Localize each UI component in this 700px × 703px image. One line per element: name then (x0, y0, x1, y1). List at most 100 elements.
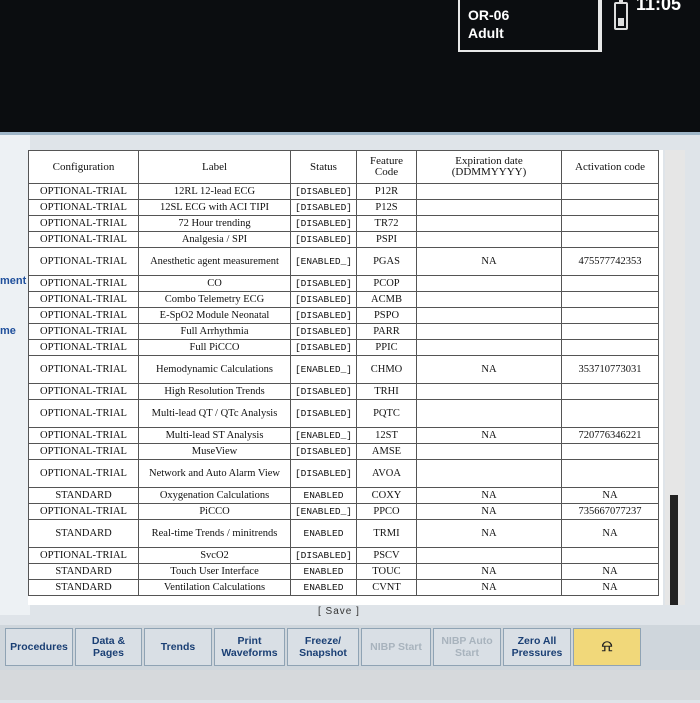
status-cell: ENABLED (290, 563, 357, 580)
table-row[interactable]: OPTIONAL-TRIAL MuseView [DISABLED] AMSE (28, 443, 659, 460)
activation-code-cell[interactable] (561, 231, 659, 248)
activation-code-cell[interactable] (561, 275, 659, 292)
data-pages-button[interactable]: Data & Pages (75, 628, 142, 666)
activation-code-cell[interactable]: 720776346221 (561, 427, 659, 444)
expiration-date-cell[interactable]: NA (416, 247, 562, 276)
print-waveforms-button[interactable]: Print Waveforms (214, 628, 285, 666)
expiration-date-cell[interactable] (416, 307, 562, 324)
expiration-date-cell[interactable]: NA (416, 355, 562, 384)
activation-code-cell[interactable] (561, 307, 659, 324)
nibp-start-button[interactable]: NIBP Start (361, 628, 431, 666)
activation-code-cell[interactable]: 735667077237 (561, 503, 659, 520)
expiration-date-cell[interactable] (416, 399, 562, 428)
table-row[interactable]: OPTIONAL-TRIAL Combo Telemetry ECG [DISABL… (28, 291, 659, 308)
table-row[interactable]: OPTIONAL-TRIAL Anesthetic agent measureme… (28, 247, 659, 276)
status-cell: ENABLED (290, 579, 357, 596)
label-cell: 12SL ECG with ACI TIPI (138, 199, 291, 216)
expiration-date-cell[interactable] (416, 443, 562, 460)
table-row[interactable]: OPTIONAL-TRIAL PiCCO [ENABLED_] PPCO NA 73566… (28, 503, 659, 520)
procedures-button[interactable]: Procedures (5, 628, 73, 666)
activation-code-cell[interactable] (561, 383, 659, 400)
activation-code-cell[interactable]: 475577742353 (561, 247, 659, 276)
expiration-date-cell[interactable]: NA (416, 487, 562, 504)
activation-code-cell[interactable] (561, 323, 659, 340)
expiration-date-cell[interactable]: NA (416, 503, 562, 520)
expiration-date-cell[interactable] (416, 383, 562, 400)
expiration-date-cell[interactable] (416, 183, 562, 200)
table-row[interactable]: OPTIONAL-TRIAL Hemodynamic Calculations [E… (28, 355, 659, 384)
config-cell: OPTIONAL-TRIAL (28, 323, 139, 340)
activation-code-cell[interactable] (561, 339, 659, 356)
config-cell: STANDARD (28, 487, 139, 504)
label-cell: Oxygenation Calculations (138, 487, 291, 504)
table-row[interactable]: OPTIONAL-TRIAL CO [DISABLED] PCOP (28, 275, 659, 292)
label-cell: Multi-lead QT / QTc Analysis (138, 399, 291, 428)
expiration-date-cell[interactable] (416, 199, 562, 216)
table-row[interactable]: OPTIONAL-TRIAL E-SpO2 Module Neonatal [DIS… (28, 307, 659, 324)
expiration-date-cell[interactable] (416, 215, 562, 232)
table-row[interactable]: STANDARD Real-time Trends / minitrends ENA… (28, 519, 659, 548)
table-row[interactable]: OPTIONAL-TRIAL Full PiCCO [DISABLED] PPIC (28, 339, 659, 356)
header-feature-code: Feature Code (356, 150, 417, 184)
freeze-snapshot-button[interactable]: Freeze/ Snapshot (287, 628, 359, 666)
table-row[interactable]: STANDARD Ventilation Calculations ENABLED C… (28, 579, 659, 596)
expiration-date-cell[interactable]: NA (416, 579, 562, 596)
table-row[interactable]: OPTIONAL-TRIAL Network and Auto Alarm Vie… (28, 459, 659, 488)
scrollbar-thumb[interactable] (670, 495, 678, 605)
expiration-date-cell[interactable]: NA (416, 519, 562, 548)
label-cell: PiCCO (138, 503, 291, 520)
activation-code-cell[interactable]: NA (561, 487, 659, 504)
expiration-date-cell[interactable]: NA (416, 563, 562, 580)
activation-code-cell[interactable] (561, 547, 659, 564)
left-menu-item-1[interactable]: ment (0, 275, 26, 287)
table-row[interactable]: OPTIONAL-TRIAL Analgesia / SPI [DISABLED] P… (28, 231, 659, 248)
activation-code-cell[interactable] (561, 183, 659, 200)
nibp-auto-start-button[interactable]: NIBP Auto Start (433, 628, 501, 666)
activation-code-cell[interactable] (561, 399, 659, 428)
save-button[interactable]: [ Save ] (318, 606, 360, 617)
feature-code-cell: CHMO (356, 355, 417, 384)
header-expiration-date: Expiration date (DDMMYYYY) (416, 150, 562, 184)
status-cell: [ENABLED_] (290, 247, 357, 276)
activation-code-cell[interactable] (561, 291, 659, 308)
feature-code-cell: COXY (356, 487, 417, 504)
activation-code-cell[interactable]: NA (561, 519, 659, 548)
label-cell: 12RL 12-lead ECG (138, 183, 291, 200)
table-row[interactable]: OPTIONAL-TRIAL 12RL 12-lead ECG [DISABLED]… (28, 183, 659, 200)
zero-all-pressures-button[interactable]: Zero All Pressures (503, 628, 571, 666)
activation-code-cell[interactable]: NA (561, 563, 659, 580)
table-row[interactable]: OPTIONAL-TRIAL SvcO2 [DISABLED] PSCV (28, 547, 659, 564)
expiration-date-cell[interactable] (416, 547, 562, 564)
config-cell: OPTIONAL-TRIAL (28, 399, 139, 428)
table-row[interactable]: OPTIONAL-TRIAL 72 Hour trending [DISABLED]… (28, 215, 659, 232)
expiration-date-cell[interactable]: NA (416, 427, 562, 444)
activation-code-cell[interactable] (561, 215, 659, 232)
trends-button[interactable]: Trends (144, 628, 212, 666)
left-menu-item-2[interactable]: me (0, 325, 16, 337)
feature-code-cell: PSCV (356, 547, 417, 564)
table-row[interactable]: OPTIONAL-TRIAL 12SL ECG with ACI TIPI [DIS… (28, 199, 659, 216)
activation-code-cell[interactable] (561, 443, 659, 460)
button-label: Data & Pages (91, 635, 126, 659)
alarm-button[interactable]: ⍾ (573, 628, 641, 666)
activation-code-cell[interactable]: 353710773031 (561, 355, 659, 384)
expiration-date-cell[interactable] (416, 323, 562, 340)
table-row[interactable]: OPTIONAL-TRIAL Multi-lead ST Analysis [ENA… (28, 427, 659, 444)
expiration-date-cell[interactable] (416, 291, 562, 308)
config-cell: OPTIONAL-TRIAL (28, 231, 139, 248)
expiration-date-cell[interactable] (416, 459, 562, 488)
table-row[interactable]: OPTIONAL-TRIAL Full Arrhythmia [DISABLED] P… (28, 323, 659, 340)
activation-code-cell[interactable]: NA (561, 579, 659, 596)
activation-code-cell[interactable] (561, 459, 659, 488)
config-cell: OPTIONAL-TRIAL (28, 355, 139, 384)
activation-code-cell[interactable] (561, 199, 659, 216)
expiration-date-cell[interactable] (416, 339, 562, 356)
table-row[interactable]: STANDARD Touch User Interface ENABLED TOUC N… (28, 563, 659, 580)
expiration-date-cell[interactable] (416, 231, 562, 248)
expiration-date-cell[interactable] (416, 275, 562, 292)
status-cell: [DISABLED] (290, 443, 357, 460)
table-row[interactable]: OPTIONAL-TRIAL Multi-lead QT / QTc Analys… (28, 399, 659, 428)
table-header-row: Configuration Label Status Feature Code … (28, 150, 659, 184)
table-row[interactable]: STANDARD Oxygenation Calculations ENABLED C… (28, 487, 659, 504)
table-row[interactable]: OPTIONAL-TRIAL High Resolution Trends [DIS… (28, 383, 659, 400)
